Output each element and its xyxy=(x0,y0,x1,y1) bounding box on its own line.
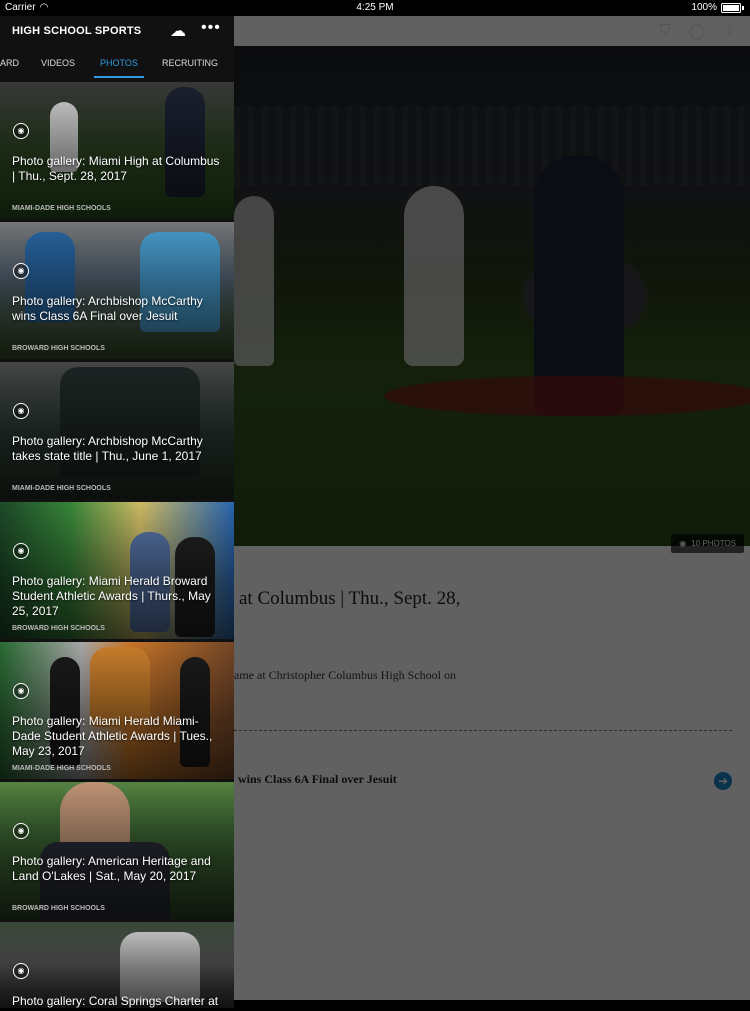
tab-bar: ARD VIDEOS PHOTOS RECRUITING xyxy=(0,48,234,83)
camera-icon: ◉ xyxy=(13,123,29,139)
gallery-card-section: BROWARD HIGH SCHOOLS xyxy=(12,625,105,632)
camera-icon: ◉ xyxy=(13,403,29,419)
gallery-card-section: MIAMI-DADE HIGH SCHOOLS xyxy=(12,765,111,772)
gallery-card-title: Photo gallery: Miami Herald Miami-Dade S… xyxy=(12,714,213,758)
sidebar-header: HIGH SCHOOL SPORTS ☁ ••• xyxy=(0,16,234,48)
gallery-card-title: Photo gallery: Archbishop McCarthy wins … xyxy=(12,294,203,323)
divider xyxy=(234,730,732,731)
gallery-card[interactable]: ◉ Photo gallery: Archbishop McCarthy win… xyxy=(0,222,234,359)
article-view: ⛉ ◯ ⇧ ◉ 10 PHOTOS at Columbus | Thu., Se… xyxy=(234,16,750,1000)
section-title: HIGH SCHOOL SPORTS xyxy=(12,25,142,37)
tab-scoreboard[interactable]: ARD xyxy=(0,58,19,68)
related-link[interactable]: wins Class 6A Final over Jesuit xyxy=(238,772,397,787)
gallery-card-title: Photo gallery: Archbishop McCarthy takes… xyxy=(12,434,203,463)
gallery-card[interactable]: ◉ Photo gallery: Miami Herald Broward St… xyxy=(0,502,234,639)
camera-icon: ◉ xyxy=(679,539,687,548)
camera-icon: ◉ xyxy=(13,823,29,839)
battery-icon xyxy=(721,2,741,13)
camera-icon: ◉ xyxy=(13,543,29,559)
tab-videos[interactable]: VIDEOS xyxy=(41,58,75,68)
comment-icon[interactable]: ◯ xyxy=(689,22,706,40)
clock: 4:25 PM xyxy=(356,2,394,13)
gallery-card[interactable]: ◉ Photo gallery: Archbishop McCarthy tak… xyxy=(0,362,234,499)
gallery-card-section: BROWARD HIGH SCHOOLS xyxy=(12,345,105,352)
article-title: at Columbus | Thu., Sept. 28, xyxy=(239,588,461,609)
gallery-card-title: Photo gallery: Coral Springs Charter at xyxy=(12,994,219,1008)
photo-count-label: 10 PHOTOS xyxy=(691,539,736,548)
hero-photo[interactable]: ◉ 10 PHOTOS xyxy=(234,46,750,553)
gallery-card[interactable]: ◉ Photo gallery: Miami Herald Miami-Dade… xyxy=(0,642,234,779)
battery-percent: 100% xyxy=(691,2,717,13)
gallery-card-title: Photo gallery: Miami High at Columbus | … xyxy=(12,154,220,183)
arrow-right-icon[interactable]: ➔ xyxy=(714,772,732,790)
article-toolbar: ⛉ ◯ ⇧ xyxy=(659,22,736,40)
gallery-card-section: MIAMI-DADE HIGH SCHOOLS xyxy=(12,485,111,492)
player-figure xyxy=(534,156,624,416)
tab-photos[interactable]: PHOTOS xyxy=(94,58,144,78)
player-figure xyxy=(404,186,464,366)
gallery-card[interactable]: ◉ Photo gallery: American Heritage and L… xyxy=(0,782,234,919)
player-figure xyxy=(234,196,274,366)
camera-icon: ◉ xyxy=(13,683,29,699)
weather-icon[interactable]: ☁ xyxy=(170,21,186,41)
gallery-card-section: MIAMI-DADE HIGH SCHOOLS xyxy=(12,205,111,212)
more-icon[interactable]: ••• xyxy=(201,19,221,37)
camera-icon: ◉ xyxy=(13,963,29,979)
gallery-card-title: Photo gallery: Miami Herald Broward Stud… xyxy=(12,574,211,618)
share-icon[interactable]: ⇧ xyxy=(723,22,736,40)
gallery-card[interactable]: ◉ Photo gallery: Miami High at Columbus … xyxy=(0,82,234,219)
photo-count-badge[interactable]: ◉ 10 PHOTOS xyxy=(671,534,744,553)
bookmark-icon[interactable]: ⛉ xyxy=(659,22,670,40)
gallery-list: ◉ Photo gallery: Miami High at Columbus … xyxy=(0,82,234,1011)
gallery-card-title: Photo gallery: American Heritage and Lan… xyxy=(12,854,211,883)
gallery-card-section: BROWARD HIGH SCHOOLS xyxy=(12,905,105,912)
tab-recruiting[interactable]: RECRUITING xyxy=(162,58,218,68)
article-body: ame at Christopher Columbus High School … xyxy=(234,668,456,682)
camera-icon: ◉ xyxy=(13,263,29,279)
sidebar: HIGH SCHOOL SPORTS ☁ ••• ARD VIDEOS PHOT… xyxy=(0,16,234,1008)
gallery-card[interactable]: ◉ Photo gallery: Coral Springs Charter a… xyxy=(0,922,234,1008)
status-bar: Carrier ◠ 4:25 PM 100% xyxy=(0,0,750,16)
